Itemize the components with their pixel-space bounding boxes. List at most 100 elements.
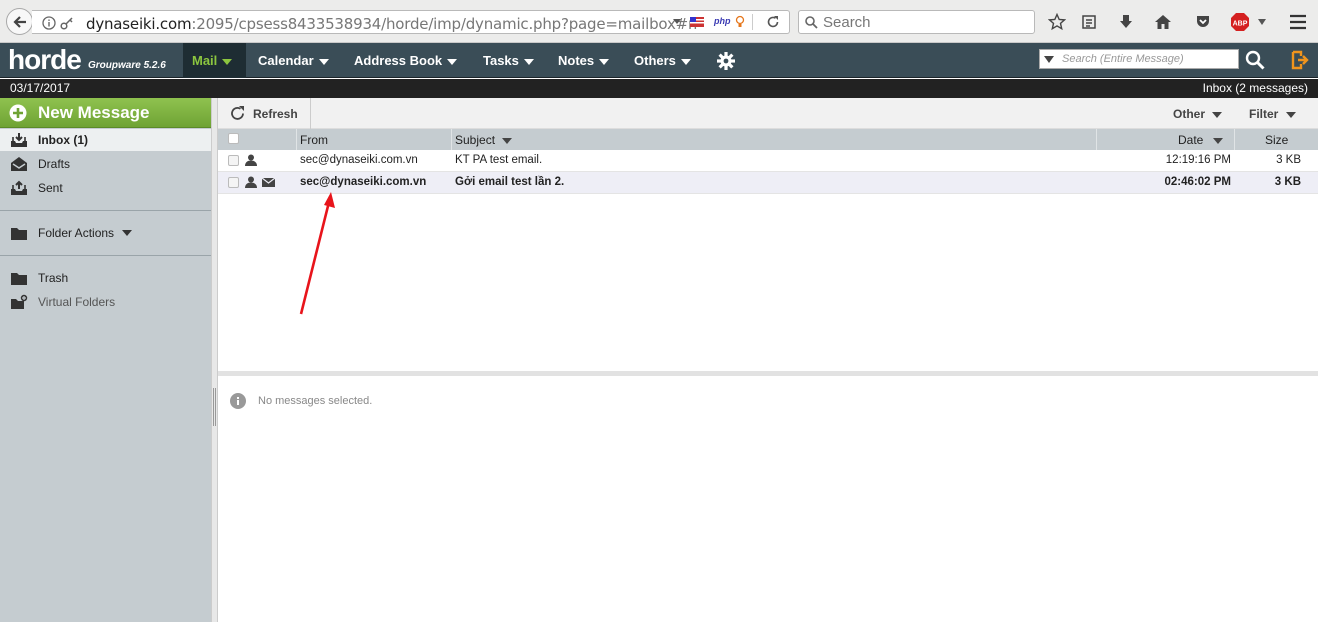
bookmark-star-icon[interactable] <box>1047 12 1067 32</box>
nav-tasks[interactable]: Tasks <box>483 43 534 78</box>
column-separator <box>1096 129 1097 150</box>
column-separator <box>296 129 297 150</box>
download-icon[interactable] <box>1116 12 1136 32</box>
sort-chevron-icon <box>1212 138 1223 144</box>
back-arrow-icon <box>12 15 26 28</box>
search-icon <box>805 16 818 29</box>
sidebar-divider <box>0 255 211 256</box>
reload-icon[interactable] <box>766 15 780 29</box>
folder-sent-label: Sent <box>38 181 63 195</box>
nav-calendar[interactable]: Calendar <box>258 43 329 78</box>
bulb-icon[interactable] <box>735 14 745 30</box>
column-date[interactable]: Date <box>1178 133 1223 147</box>
unread-envelope-icon <box>262 178 275 187</box>
adblock-chevron-icon[interactable] <box>1258 19 1266 25</box>
dropdown-chevron-icon[interactable] <box>672 18 682 26</box>
message-row[interactable]: sec@dynaseiki.com.vn Gởi email test lần … <box>218 172 1318 194</box>
info-icon <box>230 393 246 409</box>
horde-search-input[interactable]: Search (Entire Message) <box>1039 49 1239 69</box>
refresh-icon <box>231 106 244 120</box>
nav-calendar-label: Calendar <box>258 53 314 68</box>
column-subject-label: Subject <box>455 133 496 147</box>
browser-chrome: dynaseiki.com:2095/cpsess8433538934/hord… <box>0 0 1318 43</box>
home-icon[interactable] <box>1153 12 1173 32</box>
horde-search-placeholder: Search (Entire Message) <box>1062 53 1184 65</box>
url-path: :2095/cpsess8433538934/horde/imp/dynamic… <box>191 15 698 33</box>
person-icon <box>245 154 257 166</box>
column-size[interactable]: Size <box>1265 133 1288 147</box>
virtual-folder-icon <box>11 294 28 309</box>
sort-chevron-icon <box>502 138 513 144</box>
pocket-icon[interactable] <box>1193 12 1213 32</box>
nav-mail[interactable]: Mail <box>183 43 246 78</box>
folder-trash[interactable]: Trash <box>0 267 211 289</box>
browser-search-placeholder: Search <box>823 14 871 31</box>
folder-inbox[interactable]: Inbox (1) <box>0 129 211 151</box>
browser-search-box[interactable]: Search <box>798 10 1035 34</box>
url-bar[interactable]: dynaseiki.com:2095/cpsess8433538934/hord… <box>32 10 790 34</box>
url-host: dynaseiki.com <box>86 15 192 33</box>
message-row[interactable]: sec@dynaseiki.com.vn KT PA test email. 1… <box>218 150 1318 172</box>
message-size: 3 KB <box>1274 176 1301 188</box>
folder-icon <box>11 273 27 285</box>
person-icon <box>245 176 257 188</box>
message-checkbox[interactable] <box>228 177 239 188</box>
message-size: 3 KB <box>1276 154 1301 166</box>
chevron-down-icon <box>1212 112 1223 118</box>
virtual-folders-label: Virtual Folders <box>38 295 116 309</box>
back-button[interactable] <box>6 8 33 35</box>
message-checkbox[interactable] <box>228 155 239 166</box>
date-status-bar: 03/17/2017 Inbox (2 messages) <box>0 79 1318 98</box>
drafts-icon <box>11 157 27 171</box>
logout-icon[interactable] <box>1290 50 1310 70</box>
nav-others-label: Others <box>634 53 676 68</box>
nav-notes[interactable]: Notes <box>558 43 610 78</box>
chevron-down-icon <box>599 58 610 65</box>
search-dropdown-icon[interactable] <box>1044 56 1054 63</box>
new-message-label: New Message <box>38 103 150 122</box>
folder-icon <box>11 228 27 240</box>
select-all-checkbox[interactable] <box>228 133 239 144</box>
horde-version: Groupware 5.2.6 <box>88 60 166 71</box>
message-date: 12:19:16 PM <box>1165 154 1231 166</box>
message-from: sec@dynaseiki.com.vn <box>300 176 427 188</box>
new-message-button[interactable]: New Message <box>0 98 211 128</box>
sidebar: New Message Inbox (1) Drafts Sent Folder… <box>0 98 211 622</box>
folder-actions[interactable]: Folder Actions <box>0 222 211 244</box>
chevron-down-icon <box>1285 112 1296 118</box>
key-icon[interactable] <box>60 16 74 30</box>
sidebar-divider <box>0 210 211 211</box>
plus-circle-icon <box>9 104 27 122</box>
sent-icon <box>11 180 27 195</box>
folder-trash-label: Trash <box>38 271 69 285</box>
search-icon[interactable] <box>1245 50 1265 70</box>
info-icon[interactable] <box>42 16 56 30</box>
virtual-folders[interactable]: Virtual Folders <box>0 291 211 313</box>
php-icon[interactable]: php <box>714 16 731 26</box>
url-text[interactable]: dynaseiki.com:2095/cpsess8433538934/hord… <box>86 15 698 33</box>
column-from[interactable]: From <box>300 133 328 147</box>
refresh-button[interactable]: Refresh <box>218 98 311 129</box>
menu-icon[interactable] <box>1288 12 1308 32</box>
adblock-icon[interactable]: ABP <box>1230 12 1250 32</box>
column-subject[interactable]: Subject <box>455 133 513 147</box>
gear-icon[interactable] <box>716 51 736 71</box>
folder-drafts[interactable]: Drafts <box>0 153 211 175</box>
folder-drafts-label: Drafts <box>38 157 71 171</box>
chevron-down-icon <box>523 58 534 65</box>
annotation-arrow <box>299 192 335 315</box>
other-label: Other <box>1173 107 1206 121</box>
chevron-down-icon <box>447 58 458 65</box>
reading-list-icon[interactable] <box>1079 12 1099 32</box>
filter-menu-button[interactable]: Filter <box>1249 107 1296 121</box>
folder-sent[interactable]: Sent <box>0 177 211 199</box>
sidebar-resize-handle[interactable] <box>211 98 218 622</box>
nav-others[interactable]: Others <box>634 43 691 78</box>
message-list-header: From Subject Date Size <box>218 129 1318 150</box>
horde-logo[interactable]: horde <box>8 44 82 76</box>
flag-icon[interactable] <box>689 14 705 30</box>
resize-grip-icon <box>213 388 216 426</box>
other-menu-button[interactable]: Other <box>1173 107 1223 121</box>
nav-address-book[interactable]: Address Book <box>354 43 458 78</box>
nav-address-book-label: Address Book <box>354 53 443 68</box>
